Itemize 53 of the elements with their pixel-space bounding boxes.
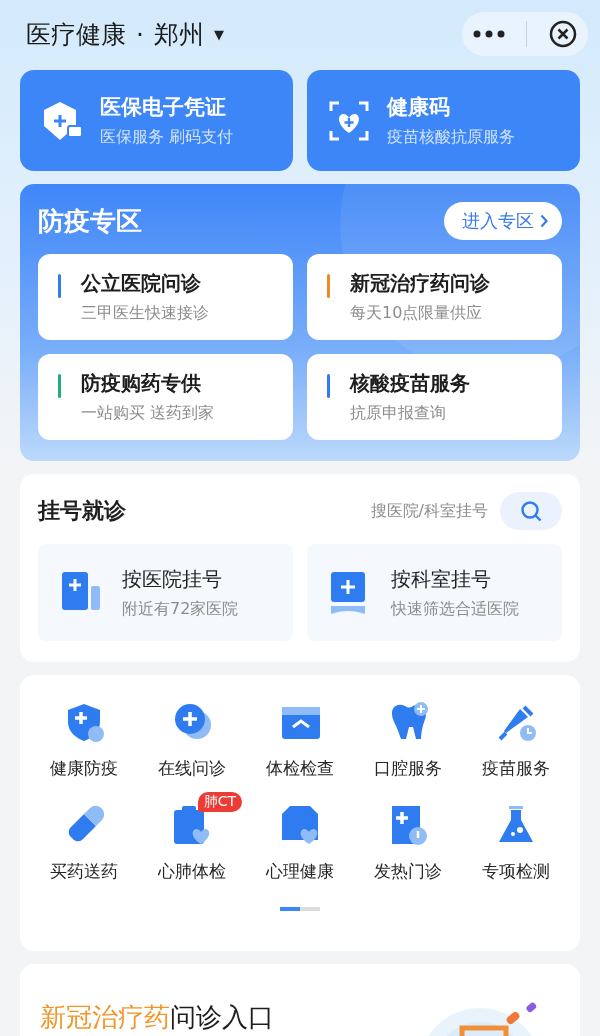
shield-card-icon <box>42 99 82 142</box>
option-title: 按医院挂号 <box>122 565 223 593</box>
card-title: 健康码 <box>387 94 451 121</box>
chevron-right-icon <box>540 214 548 228</box>
city-selector[interactable]: 郑州 <box>153 17 204 51</box>
service-item[interactable]: 体检检查 <box>246 689 354 780</box>
service-card[interactable]: 健康码 疫苗核酸抗原服务 <box>307 70 580 171</box>
card-subtitle: 医保服务 刷码支付 <box>100 127 234 148</box>
registration-option[interactable]: 按科室挂号 快速筛选合适医院 <box>307 544 562 641</box>
section-title: 防疫专区 <box>38 204 142 238</box>
separator-dot: · <box>136 19 144 49</box>
service-item[interactable]: 发热门诊 <box>354 792 462 883</box>
close-icon[interactable] <box>549 20 578 48</box>
option-title: 按科室挂号 <box>391 565 492 593</box>
service-item[interactable]: 心理健康 <box>246 792 354 883</box>
service-item[interactable]: 口腔服务 <box>354 689 462 780</box>
card-subtitle: 每天10点限量供应 <box>350 303 484 324</box>
option-subtitle: 快速筛选合适医院 <box>391 598 519 620</box>
card-title: 医保电子凭证 <box>100 94 227 121</box>
card-subtitle: 三甲医生快速接诊 <box>81 303 209 324</box>
service-item[interactable]: 专项检测 <box>462 792 570 883</box>
service-item[interactable]: 健康防疫 <box>30 689 138 780</box>
card-subtitle: 一站购买 送药到家 <box>81 403 215 424</box>
tag-badge: 肺CT <box>197 792 242 812</box>
page-title: 医疗健康 <box>26 18 126 51</box>
service-card[interactable]: 医保电子凭证 医保服务 刷码支付 <box>20 70 293 171</box>
banner-title: 新冠治疗药问诊入口 <box>40 1001 274 1034</box>
card-title: 防疫购药专供 <box>81 370 202 397</box>
service-item[interactable]: 疫苗服务 <box>462 689 570 780</box>
search-icon <box>520 500 542 522</box>
caret-icon[interactable]: ▼ <box>213 26 224 42</box>
card-subtitle: 抗原申报查询 <box>350 403 447 424</box>
card-title: 核酸疫苗服务 <box>350 370 470 397</box>
search-button[interactable] <box>500 492 562 530</box>
service-item[interactable]: 肺CT 心肺体检 <box>138 792 246 883</box>
option-subtitle: 附近有72家医院 <box>122 598 239 620</box>
epidemic-card[interactable]: 核酸疫苗服务 抗原申报查询 <box>307 354 562 440</box>
search-placeholder[interactable]: 搜医院/科室挂号 <box>370 500 488 522</box>
service-item[interactable]: 在线问诊 <box>138 689 246 780</box>
folder-heart-icon <box>280 804 320 846</box>
card-title: 公立医院问诊 <box>81 270 202 297</box>
enter-zone-button[interactable]: 进入专区 <box>444 202 562 240</box>
heart-scan-icon <box>329 100 369 141</box>
card-subtitle: 疫苗核酸抗原服务 <box>387 127 515 148</box>
card-title: 新冠治疗药问诊 <box>350 270 490 297</box>
service-item[interactable]: 买药送药 <box>30 792 138 883</box>
registration-option[interactable]: 按医院挂号 附近有72家医院 <box>38 544 293 641</box>
section-title: 挂号就诊 <box>38 497 126 525</box>
epidemic-card[interactable]: 新冠治疗药问诊 每天10点限量供应 <box>307 254 562 340</box>
epidemic-card[interactable]: 公立医院问诊 三甲医生快速接诊 <box>38 254 293 340</box>
epidemic-card[interactable]: 防疫购药专供 一站购买 送药到家 <box>38 354 293 440</box>
more-icon[interactable] <box>472 30 505 38</box>
banner-card[interactable]: 新冠治疗药问诊入口 <box>20 964 580 1036</box>
